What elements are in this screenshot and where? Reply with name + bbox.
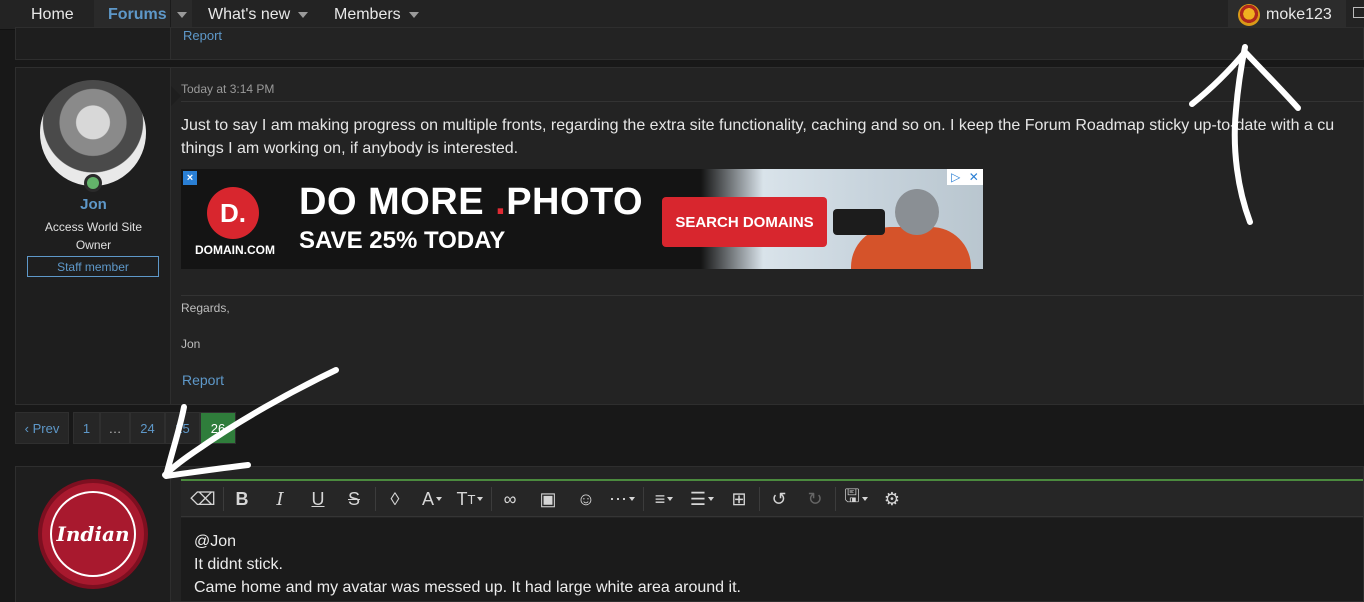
chevron-down-icon [176, 12, 187, 18]
pagination-current-page[interactable]: 26 [200, 412, 236, 444]
camera-icon [833, 209, 885, 235]
pagination-page[interactable]: 1 [73, 412, 100, 444]
advertisement-banner[interactable]: × D. DOMAIN.COM DO MORE .PHOTO SAVE 25% … [181, 169, 983, 269]
link-icon[interactable]: ∞ [497, 481, 523, 517]
report-link[interactable]: Report [183, 28, 222, 43]
indian-motorcycle-avatar[interactable]: Indian [38, 479, 148, 589]
drafts-icon[interactable]: 🖫 [839, 481, 873, 517]
nav-forums[interactable]: Forums [94, 0, 170, 30]
signature-line: Regards, [181, 301, 230, 315]
ad-close-icon[interactable]: × [183, 171, 197, 185]
nav-whats-new-label: What's new [208, 6, 291, 23]
search-domains-button[interactable]: SEARCH DOMAINS [662, 197, 827, 247]
divider [181, 101, 1363, 102]
toolbar-separator [491, 487, 492, 511]
image-icon[interactable]: ▣ [535, 481, 561, 517]
post-arrow [171, 86, 181, 106]
post-user-column: Jon Access World Site Owner Staff member [16, 68, 181, 404]
quick-reply: Indian ⌫ B I U S ◊ A TT ∞ ▣ ☺ ⋯ ≡ ☰ ⊞ ↺ … [15, 466, 1364, 602]
username-label: moke123 [1266, 6, 1332, 23]
smilie-icon[interactable]: ☺ [573, 481, 599, 517]
post-author-name[interactable]: Jon [16, 196, 171, 213]
bold-icon[interactable]: B [229, 481, 255, 517]
undo-icon[interactable]: ↺ [765, 481, 793, 517]
ad-choices-icon[interactable]: ▷ ✕ [947, 169, 983, 185]
top-navbar: Home Forums What's new Members moke123 [0, 0, 1364, 30]
italic-icon[interactable]: I [267, 481, 293, 517]
toolbar-separator [223, 487, 224, 511]
ad-headline-part: DO MORE [299, 181, 496, 223]
staff-badge: Staff member [27, 256, 159, 277]
user-title: Access World Site Owner [44, 220, 143, 252]
toolbar-separator [643, 487, 644, 511]
signature-line: Jon [181, 337, 201, 351]
pagination-page[interactable]: 25 [165, 412, 200, 444]
toolbar-separator [759, 487, 760, 511]
reply-line: @Jon [194, 533, 237, 550]
account-menu[interactable]: moke123 [1228, 0, 1346, 30]
reply-line: It didnt stick. [194, 556, 283, 573]
online-status-icon [84, 174, 102, 192]
domain-logo-icon: D. [207, 187, 259, 239]
avatar[interactable] [40, 80, 146, 186]
chevron-down-icon [298, 12, 309, 18]
ad-logo-text: DOMAIN.COM [195, 243, 275, 257]
post-date[interactable]: Today at 3:14 PM [181, 82, 274, 96]
pagination-ellipsis[interactable]: … [100, 412, 130, 444]
reply-text-input[interactable]: @Jon It didnt stick. Came home and my av… [181, 518, 1363, 601]
chevron-down-icon [408, 12, 419, 18]
previous-post-user-column [16, 28, 171, 59]
reply-user-column: Indian [16, 467, 171, 602]
list-icon[interactable]: ☰ [685, 481, 719, 517]
font-family-icon[interactable]: A [415, 481, 449, 517]
pagination-prev-button[interactable]: ‹ Prev [15, 412, 69, 444]
text-color-icon[interactable]: ◊ [383, 481, 407, 517]
more-options-icon[interactable]: ⋯ [605, 481, 639, 517]
nav-members[interactable]: Members [334, 0, 419, 30]
nav-forums-label: Forums [108, 6, 167, 23]
ad-headline-dot: . [495, 181, 507, 223]
strikethrough-icon[interactable]: S [341, 481, 367, 517]
nav-home[interactable]: Home [31, 0, 74, 30]
eraser-icon[interactable]: ⌫ [189, 481, 217, 517]
prev-label: Prev [32, 420, 60, 436]
underline-icon[interactable]: U [305, 481, 331, 517]
table-icon[interactable]: ⊞ [725, 481, 753, 517]
nav-home-label: Home [31, 6, 74, 23]
post-body-line: Just to say I am making progress on mult… [181, 117, 1335, 134]
avatar-logo-text: Indian [50, 491, 136, 577]
nav-whats-new[interactable]: What's new [208, 0, 309, 30]
post-body: Just to say I am making progress on mult… [181, 114, 1364, 160]
report-link[interactable]: Report [182, 372, 224, 388]
ad-headline-part: PHOTO [506, 181, 644, 223]
align-icon[interactable]: ≡ [647, 481, 681, 517]
nav-members-label: Members [334, 6, 401, 23]
message-post: Jon Access World Site Owner Staff member… [15, 67, 1364, 405]
post-body-line: things I am working on, if anybody is in… [181, 140, 519, 157]
font-size-icon[interactable]: TT [453, 481, 487, 517]
pagination-page[interactable]: 24 [130, 412, 165, 444]
signature-divider [181, 295, 1363, 296]
toolbar-separator [375, 487, 376, 511]
toolbar-separator [835, 487, 836, 511]
mail-icon[interactable] [1353, 7, 1364, 18]
photographer-image [833, 183, 971, 269]
ad-headline: DO MORE .PHOTO [299, 181, 643, 224]
editor-toolbar: ⌫ B I U S ◊ A TT ∞ ▣ ☺ ⋯ ≡ ☰ ⊞ ↺ ↻ 🖫 ⚙ [181, 481, 1363, 517]
redo-icon[interactable]: ↻ [801, 481, 829, 517]
user-avatar [1238, 4, 1260, 26]
forums-dropdown-toggle[interactable] [170, 0, 192, 30]
gear-icon[interactable]: ⚙ [879, 481, 905, 517]
previous-post: Report [15, 27, 1364, 60]
forum-page: Home Forums What's new Members moke123 R… [0, 0, 1364, 602]
ad-subheadline: SAVE 25% TODAY [299, 227, 506, 254]
reply-line: Came home and my avatar was messed up. I… [194, 579, 741, 596]
